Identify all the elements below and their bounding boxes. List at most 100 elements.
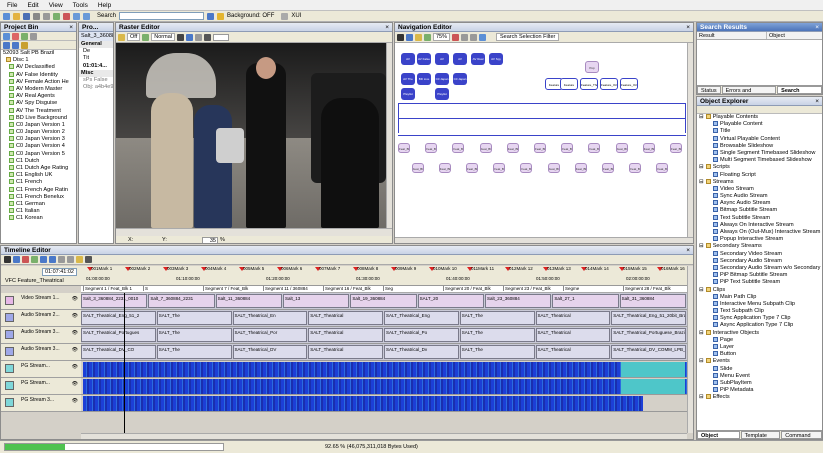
bin-root[interactable]: 52093 Salt PB Brazil <box>3 50 76 57</box>
tab-object-explorer[interactable]: Object Explorer <box>697 431 740 439</box>
tab-template-library[interactable]: Template Libr... <box>740 431 781 439</box>
cut-icon[interactable] <box>33 12 40 20</box>
track-header[interactable]: Video Stream 1... 👁 <box>1 293 81 310</box>
track-header[interactable]: PG Stream... 👁 <box>1 361 81 378</box>
track-clip[interactable]: SALT_Theatrical_DV_CO <box>81 345 156 359</box>
tree-group[interactable]: ⊟ Secondary Streams <box>699 243 822 250</box>
segment-label[interactable]: Segment 20 / Feat_Blk <box>443 286 491 291</box>
menu-tools[interactable]: Tools <box>73 2 88 9</box>
nav-node[interactable]: Feature_Ori <box>600 78 618 90</box>
nav-node[interactable]: Pop Legal <box>585 61 599 73</box>
nav-pill[interactable]: Feat_Blo <box>670 143 682 153</box>
tree-item[interactable]: Floating Script <box>699 172 822 179</box>
tree-item[interactable]: Menu Event <box>699 373 822 380</box>
track-lane[interactable] <box>81 395 687 412</box>
tree-item[interactable]: Sync Audio Stream <box>699 193 822 200</box>
expand-icon[interactable]: ⊟ <box>699 164 704 170</box>
tree-item[interactable]: Title <box>699 128 822 135</box>
bin-item[interactable]: C0 Japan Version 5 <box>9 151 76 158</box>
menu-help[interactable]: Help <box>98 2 111 9</box>
track-clip[interactable]: SALT_Theatrical <box>308 345 383 359</box>
expand-icon[interactable]: ⊟ <box>699 358 704 364</box>
close-icon[interactable]: × <box>815 23 819 31</box>
track-header[interactable]: Audio Stream 2... 👁 <box>1 310 81 327</box>
nav-node[interactable]: AV Declassified <box>401 53 415 65</box>
expand-icon[interactable]: ⊟ <box>699 179 704 185</box>
new-icon[interactable] <box>3 12 10 20</box>
nav-node[interactable]: Feature_Ori <box>620 78 638 90</box>
track-clip[interactable]: Salt_27_1 <box>552 294 619 308</box>
copy-icon[interactable] <box>43 12 50 20</box>
tree-item[interactable]: Page <box>699 337 822 344</box>
properties-misc[interactable]: Misc <box>79 69 113 77</box>
nav-node[interactable]: AV Spy <box>489 53 503 65</box>
track-clip[interactable]: SALT_Theatrical_Po <box>384 328 459 342</box>
tree-item[interactable]: Interactive Menu Subpath Clip <box>699 301 822 308</box>
track-clip[interactable]: SALT_20 <box>417 294 484 308</box>
zoom-field[interactable]: 35 <box>202 237 218 243</box>
track-clip[interactable]: SALT_The <box>156 328 232 342</box>
nav-node[interactable]: C0 Japan <box>453 73 467 85</box>
nav-pill[interactable]: Feat_Blo <box>411 163 424 173</box>
bin-item[interactable]: AV Spy Disguise <box>9 100 76 107</box>
paste-icon[interactable] <box>53 12 60 20</box>
link-tool-icon[interactable] <box>406 33 413 41</box>
object-column[interactable]: Object <box>767 32 785 39</box>
nav-pill[interactable]: Feat_Blo 2 <box>479 143 492 153</box>
zoom-out-icon[interactable] <box>67 256 74 263</box>
nav-node[interactable]: Playlist <box>401 88 415 100</box>
track-clip[interactable]: Salt_11_360884 <box>215 294 282 308</box>
search-selection-filter[interactable]: Search Selection Filter <box>496 33 560 41</box>
track-clip[interactable]: SALT_Theatrical <box>308 311 383 325</box>
fit-icon[interactable] <box>452 33 460 41</box>
visibility-icon[interactable]: 👁 <box>72 347 78 353</box>
segment-label[interactable]: Segment 16 / Feat_Blk <box>323 286 371 291</box>
track-clip[interactable]: SALT_Theatrical_Eng <box>384 311 459 325</box>
properties-clip-name[interactable]: Salt_3_360884 <box>79 32 113 41</box>
tree-item[interactable]: Async Application Type 7 Clip <box>699 322 822 329</box>
nav-pill[interactable]: Feat_Blo <box>574 163 587 173</box>
tree-item[interactable]: Button <box>699 351 822 358</box>
expand-icon[interactable]: ⊟ <box>699 287 704 293</box>
tree-item[interactable]: Layer <box>699 344 822 351</box>
nav-pill[interactable]: Feat_Blo 5 <box>588 143 601 153</box>
visibility-icon[interactable]: 👁 <box>72 313 78 319</box>
tree-item[interactable]: Secondary Audio Stream <box>699 258 822 265</box>
bin-item[interactable]: C1 Italian <box>9 208 76 215</box>
track-clip[interactable]: SALT_The <box>459 328 535 342</box>
tree-group[interactable]: ⊟ Events <box>699 358 822 365</box>
tab-search-results[interactable]: Search Results <box>777 86 822 94</box>
nav-pill[interactable]: Feat_Blo <box>438 163 451 173</box>
nav-hscroll[interactable] <box>395 237 693 243</box>
nav-pill[interactable]: Feat_Blo 3 <box>506 143 519 153</box>
nav-pill[interactable]: Feat_Blo <box>520 163 533 173</box>
bin-item[interactable]: AV Declassified <box>9 64 76 71</box>
visibility-icon[interactable]: 👁 <box>72 296 78 302</box>
tree-group[interactable]: ⊟ Playable Contents <box>699 114 822 121</box>
timeline-ruler[interactable]: 001Mark 1 002Mark 2 003Mark 3 004Mark 4 005M… <box>81 266 687 286</box>
zoom-icon[interactable] <box>194 33 202 41</box>
timeline-hscroll[interactable] <box>81 433 687 439</box>
bin-item[interactable]: C1 French Benelux <box>9 194 76 201</box>
playhead[interactable] <box>124 293 125 433</box>
bin-item[interactable]: C0 Japan Version 2 <box>9 129 76 136</box>
nav-pill[interactable]: Feat_Blo <box>642 143 655 153</box>
mode-select[interactable]: Normal <box>151 33 175 41</box>
pg-stream-bar[interactable] <box>83 362 687 377</box>
tree-group[interactable]: ⊟ Clips <box>699 287 822 294</box>
hand-tool-icon[interactable] <box>415 33 422 41</box>
tree-group[interactable]: ⊟ Scripts <box>699 164 822 171</box>
tree-item[interactable]: Browsable Slideshow <box>699 143 822 150</box>
timeline-vscroll[interactable] <box>687 266 693 433</box>
tree-item[interactable]: Secondary Video Stream <box>699 251 822 258</box>
track-clip[interactable]: SALT_The <box>459 345 535 359</box>
track-lane[interactable]: SALT_Theatrical_Portugues SALT_The SALT_Th… <box>81 327 687 344</box>
grid-icon[interactable] <box>203 33 211 41</box>
xui-icon[interactable] <box>281 12 289 20</box>
nav-node[interactable]: Feature <box>560 78 578 90</box>
track-clip[interactable]: SALT_The <box>459 311 535 325</box>
tab-errors[interactable]: Errors and Warnings <box>721 86 777 94</box>
track-clip[interactable]: SALT_Theatrical <box>535 311 611 325</box>
track-lane[interactable] <box>81 361 687 378</box>
timecode-field[interactable]: 01:07:41:02 <box>41 268 77 276</box>
